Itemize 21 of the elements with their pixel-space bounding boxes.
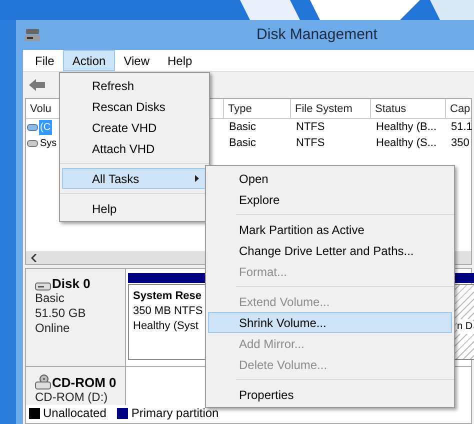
disk-detail: Basic	[35, 291, 66, 306]
legend-label: Primary partition	[131, 406, 219, 420]
partition-detail: Healthy (Syst	[133, 319, 200, 334]
table-cell-text: 51.1	[451, 120, 472, 135]
disk-detail: CD-ROM (D:)	[35, 390, 109, 405]
table-cell-text: NTFS	[296, 120, 325, 135]
partition-detail: 350 MB NTFS	[133, 304, 204, 319]
disk-detail: 51.50 GB	[35, 306, 87, 321]
disk-detail: Online	[35, 321, 71, 336]
table-cell-text: 350	[451, 136, 470, 151]
disk-name: Disk 0	[52, 276, 90, 291]
window-title: Disk Management	[256, 24, 378, 45]
table-cell-text: Basic	[229, 136, 256, 151]
table-cell-text: Healthy (B...	[376, 120, 437, 135]
legend-label: Unallocated	[43, 406, 106, 420]
partition-detail: n D	[457, 319, 473, 334]
table-cell-text: Healthy (S...	[376, 136, 437, 151]
partition-name: System Rese	[133, 289, 202, 304]
disk-name: CD-ROM 0	[52, 375, 116, 390]
table-cell-text: Basic	[229, 120, 256, 135]
table-cell-text: NTFS	[296, 136, 325, 151]
